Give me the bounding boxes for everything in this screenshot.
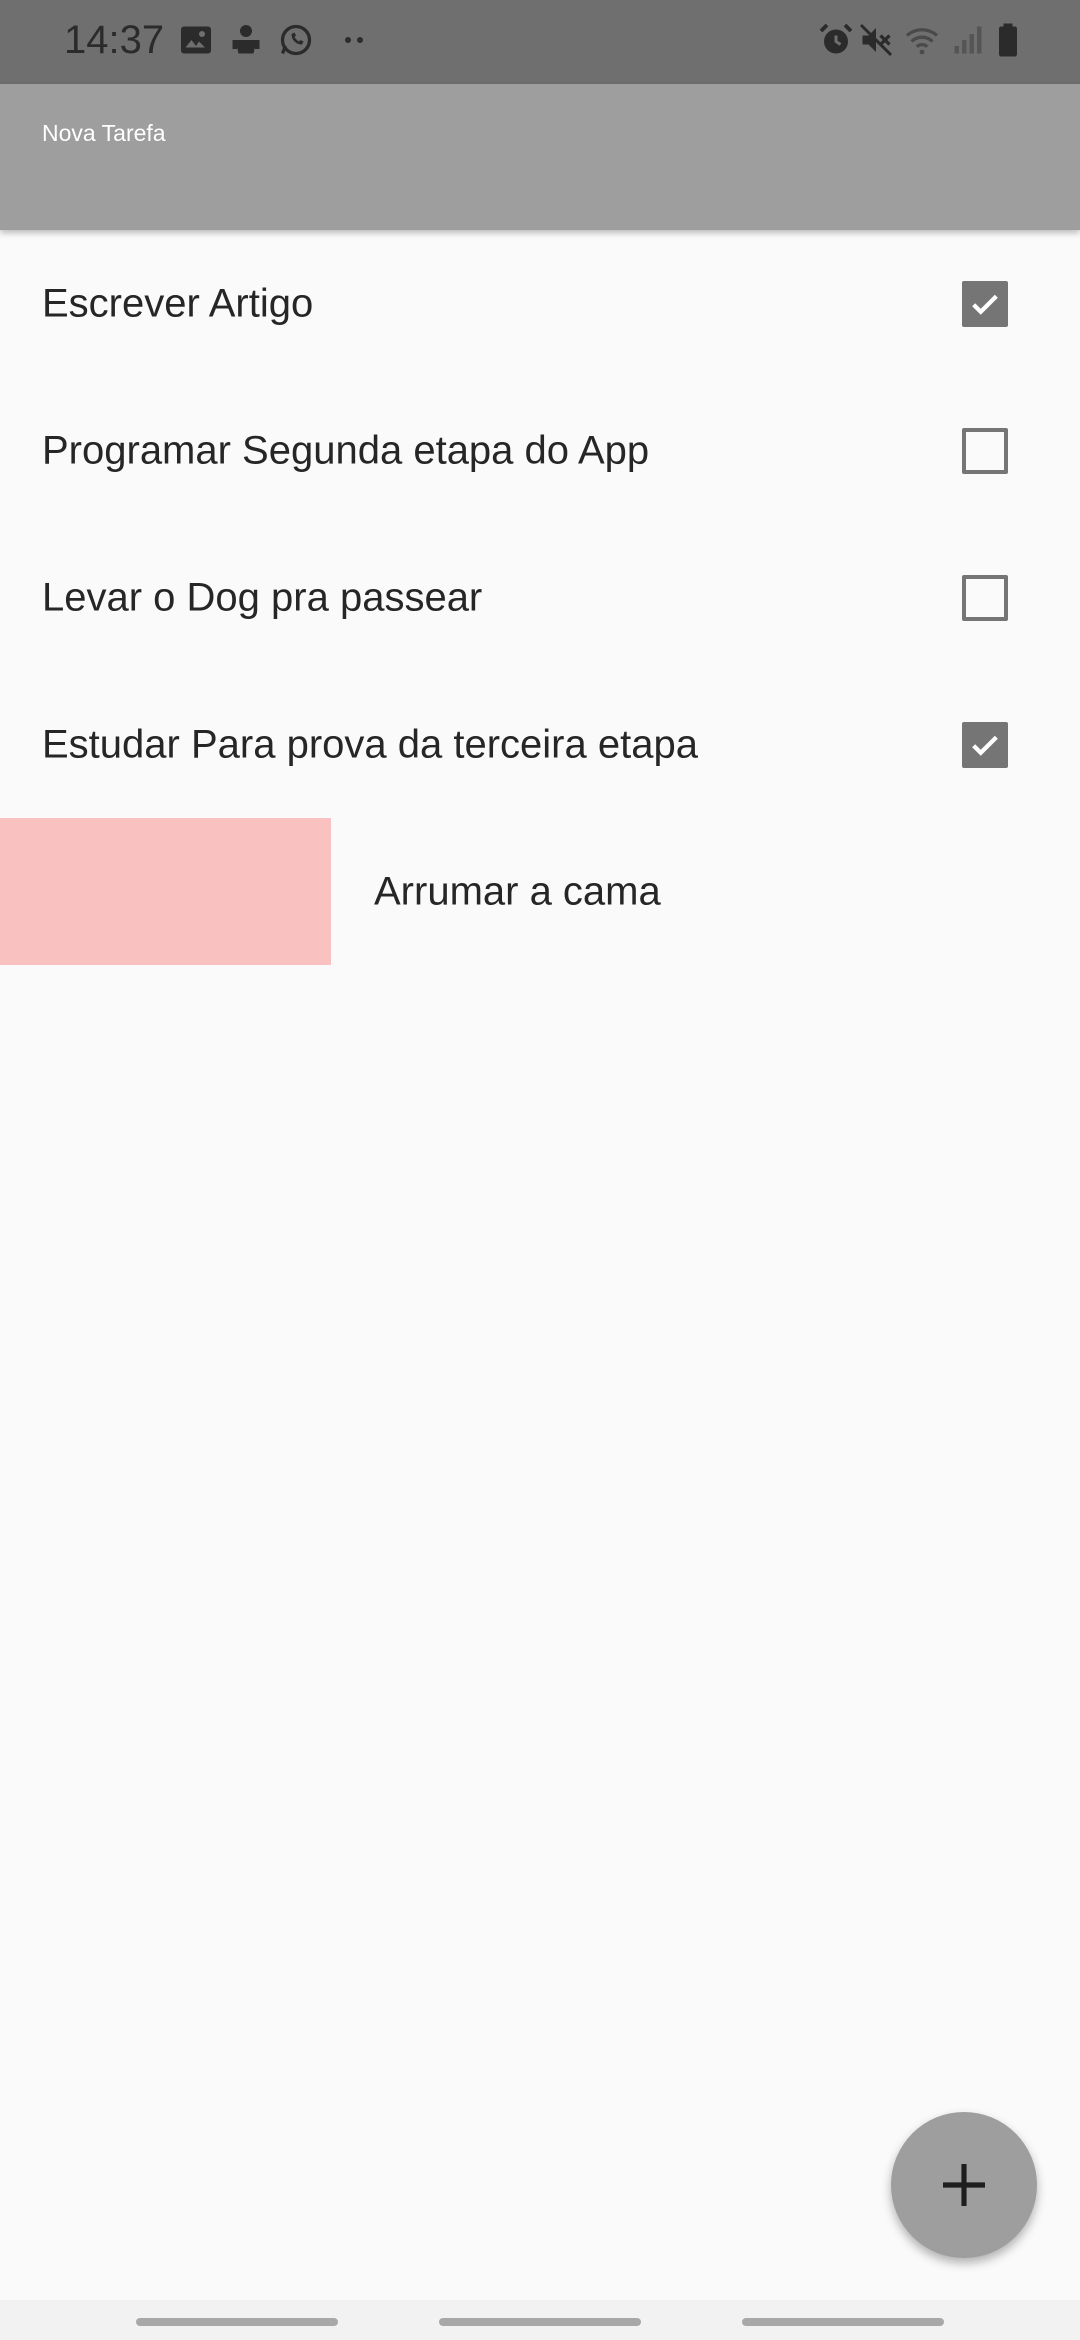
- nav-home-button[interactable]: [439, 2318, 641, 2326]
- more-dots-icon: [336, 22, 372, 58]
- task-row[interactable]: Escrever Artigo: [0, 230, 1080, 377]
- task-label: Arrumar a cama: [374, 869, 661, 913]
- task-checkbox[interactable]: [962, 721, 1008, 768]
- add-icon: [943, 2164, 985, 2206]
- android-icon: [228, 22, 264, 58]
- image-icon: [178, 22, 214, 58]
- swipe-delete-background: [0, 818, 331, 965]
- add-task-button[interactable]: [891, 2112, 1037, 2258]
- nav-recents-button[interactable]: [136, 2318, 338, 2326]
- battery-icon: [990, 22, 1026, 58]
- status-bar: 14:37: [0, 0, 1080, 84]
- navigation-bar: [0, 2300, 1080, 2340]
- task-label: Estudar Para prova da terceira etapa: [42, 722, 698, 766]
- status-time: 14:37: [64, 18, 165, 62]
- mute-icon: [858, 22, 894, 58]
- nav-back-button[interactable]: [742, 2318, 944, 2326]
- task-checkbox[interactable]: [962, 574, 1008, 621]
- task-row-swiping[interactable]: Arrumar a cama: [0, 818, 1080, 965]
- task-row[interactable]: Estudar Para prova da terceira etapa: [0, 671, 1080, 818]
- task-row[interactable]: Levar o Dog pra passear: [0, 524, 1080, 671]
- task-label: Escrever Artigo: [42, 281, 314, 325]
- check-icon: [972, 735, 998, 756]
- signal-icon: [950, 22, 986, 58]
- app-title: Nova Tarefa: [42, 120, 166, 146]
- wifi-icon: [904, 22, 940, 58]
- task-checkbox[interactable]: [962, 427, 1008, 474]
- task-label: Levar o Dog pra passear: [42, 575, 483, 619]
- task-label: Programar Segunda etapa do App: [42, 428, 650, 472]
- task-row[interactable]: Programar Segunda etapa do App: [0, 377, 1080, 524]
- alarm-icon: [818, 22, 854, 58]
- whatsapp-icon: [278, 22, 314, 58]
- app-bar: Nova Tarefa: [0, 84, 1080, 230]
- task-checkbox[interactable]: [962, 280, 1008, 327]
- check-icon: [972, 294, 998, 315]
